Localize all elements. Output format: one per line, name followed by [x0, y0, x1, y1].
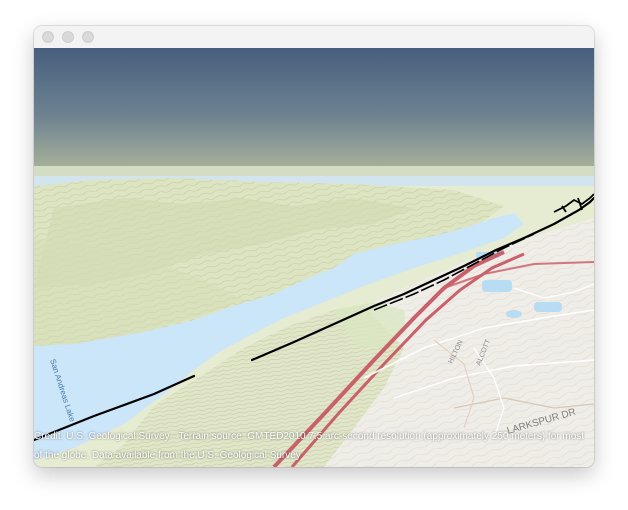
map-viewport[interactable]: San Andreas Lake LARKSPUR DR HILTON ALCO… [34, 48, 594, 467]
pond-1 [482, 280, 512, 292]
sky [34, 48, 594, 172]
minimize-button[interactable] [62, 31, 74, 43]
close-button[interactable] [42, 31, 54, 43]
attribution-credit[interactable]: Credit: U.S. Geological Survey - Terrain… [34, 427, 594, 465]
map-3d-scene[interactable]: San Andreas Lake LARKSPUR DR HILTON ALCO… [34, 48, 594, 467]
pond-2 [534, 302, 562, 312]
app-window: San Andreas Lake LARKSPUR DR HILTON ALCO… [34, 26, 594, 467]
pond-3 [506, 310, 522, 318]
maximize-button[interactable] [82, 31, 94, 43]
title-bar [34, 26, 594, 49]
